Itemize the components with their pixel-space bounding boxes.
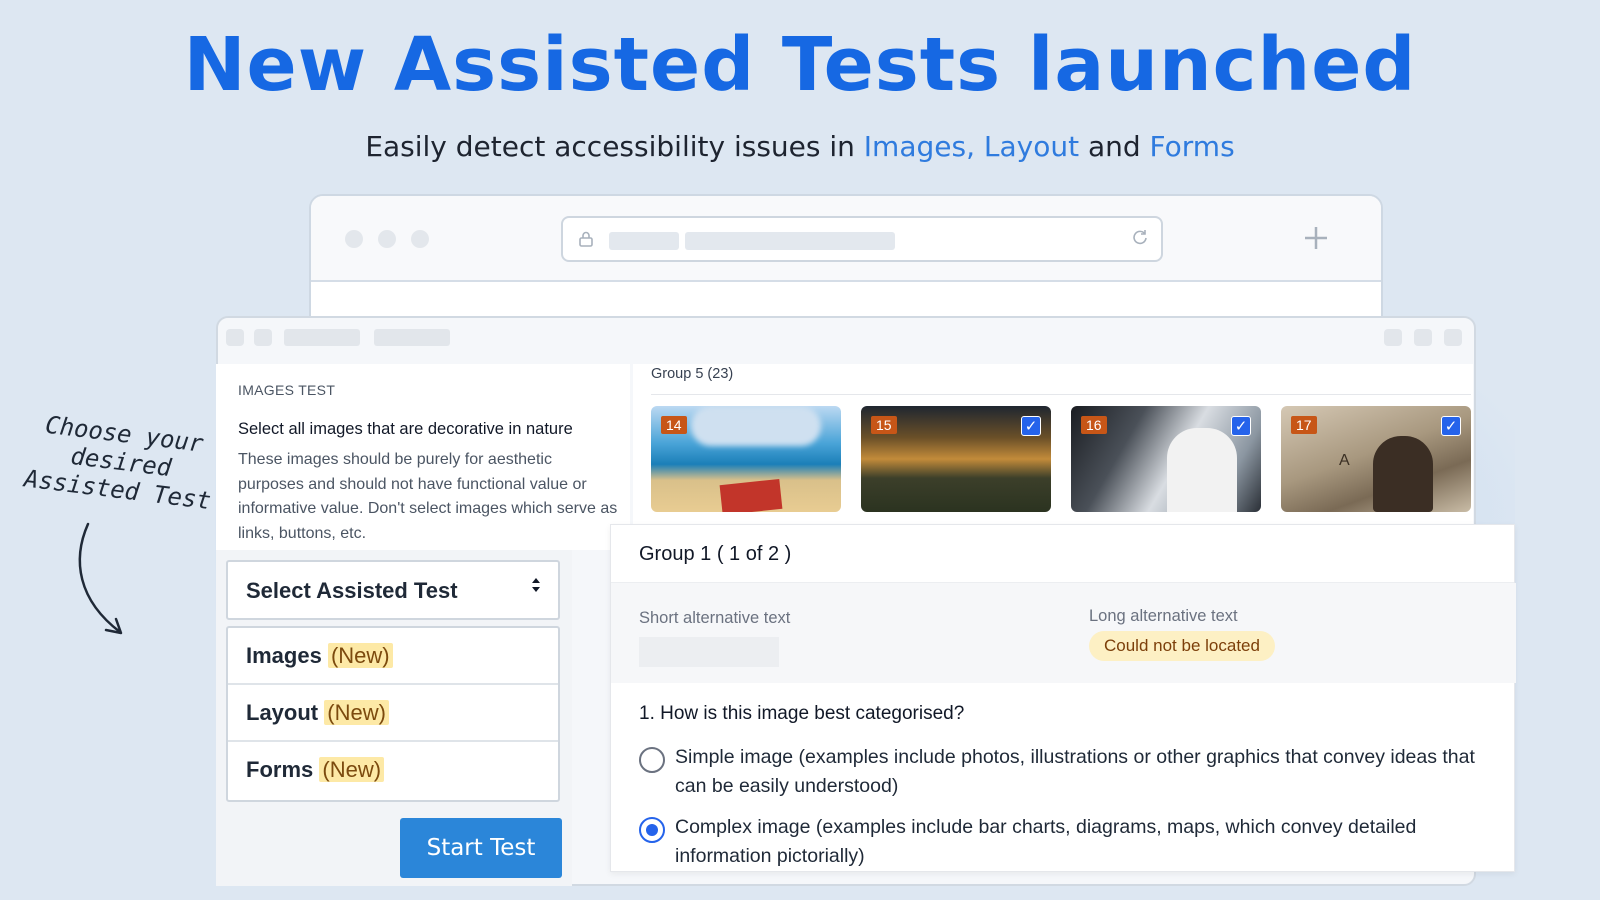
- thumbnail-number: 16: [1081, 416, 1107, 434]
- option-images[interactable]: Images (New): [228, 628, 558, 685]
- image-thumbnail[interactable]: 14: [651, 406, 841, 512]
- short-alt-label: Short alternative text: [639, 609, 791, 627]
- tab-placeholder: [284, 329, 360, 346]
- window-dot: [345, 230, 363, 248]
- image-group-panel: Group 5 (23) 14 15 ✓ 16 ✓ A 17 ✓: [633, 364, 1473, 524]
- instruction-title: Select all images that are decorative in…: [238, 420, 573, 438]
- option-layout[interactable]: Layout (New): [228, 685, 558, 742]
- option-name: Layout (New): [246, 700, 389, 726]
- images-test-label: IMAGES TEST: [238, 382, 336, 398]
- select-assisted-test[interactable]: Select Assisted Test: [226, 560, 560, 620]
- image-thumbnail[interactable]: 15 ✓: [861, 406, 1051, 512]
- option-title: Layout: [246, 700, 319, 725]
- subtitle-highlight-images-layout: Images, Layout: [863, 130, 1080, 163]
- subtitle-highlight-forms: Forms: [1149, 130, 1235, 163]
- curved-arrow-icon: [78, 522, 123, 635]
- card-title: Group 1 ( 1 of 2 ): [639, 543, 792, 565]
- tab-placeholder: [374, 329, 450, 346]
- assisted-test-selector: Select Assisted Test Images (New) Layout…: [216, 550, 572, 886]
- option-label: Complex image (examples include bar char…: [675, 816, 1417, 867]
- lock-icon: [579, 231, 593, 252]
- new-tag: (New): [324, 700, 389, 725]
- option-title: Forms: [246, 757, 314, 782]
- window-dot: [411, 230, 429, 248]
- checkbox-checked-icon[interactable]: ✓: [1231, 416, 1251, 436]
- images-test-panel: IMAGES TEST Select all images that are d…: [216, 364, 630, 550]
- app-titlebar: [218, 318, 1474, 360]
- window-control: [254, 329, 272, 346]
- thumbnail-number: 15: [871, 416, 897, 434]
- window-control: [1444, 329, 1462, 346]
- checkbox-checked-icon[interactable]: ✓: [1021, 416, 1041, 436]
- hero-subtitle: Easily detect accessibility issues in Im…: [0, 130, 1600, 163]
- short-alt-value: [639, 637, 779, 667]
- person-figure: [1167, 428, 1237, 512]
- url-placeholder: [685, 232, 895, 250]
- plus-icon[interactable]: [1303, 218, 1329, 260]
- browser-toolbar: [311, 196, 1381, 282]
- window-control: [1414, 329, 1432, 346]
- window-dot: [378, 230, 396, 248]
- question-title: 1. How is this image best categorised?: [639, 703, 965, 724]
- card-header: Group 1 ( 1 of 2 ): [611, 525, 1514, 583]
- select-label: Select Assisted Test: [246, 578, 458, 603]
- url-placeholder: [609, 232, 679, 250]
- blurred-region: [691, 406, 821, 446]
- image-thumbnail[interactable]: 16 ✓: [1071, 406, 1261, 512]
- long-alt-label: Long alternative text: [1089, 607, 1238, 625]
- person-figure: [1373, 436, 1433, 512]
- thumbnail-number: 14: [661, 416, 687, 434]
- alt-text-section: Short alternative text Long alternative …: [611, 583, 1516, 683]
- option-label: Simple image (examples include photos, i…: [675, 746, 1475, 797]
- thumbnail-letter: A: [1339, 452, 1350, 469]
- divider: [651, 394, 1471, 395]
- start-test-button[interactable]: Start Test: [400, 818, 562, 878]
- option-name: Images (New): [246, 643, 393, 669]
- sort-arrows-icon: [530, 576, 542, 596]
- checkbox-checked-icon[interactable]: ✓: [1441, 416, 1461, 436]
- option-forms[interactable]: Forms (New): [228, 742, 558, 799]
- hero-title: New Assisted Tests launched: [183, 22, 1417, 108]
- image-thumbnail[interactable]: A 17 ✓: [1281, 406, 1471, 512]
- reload-icon[interactable]: [1131, 228, 1149, 251]
- window-control: [1384, 329, 1402, 346]
- new-tag: (New): [327, 643, 393, 668]
- dropdown-options: Images (New) Layout (New) Forms (New): [226, 626, 560, 802]
- subtitle-mid: and: [1079, 130, 1150, 163]
- status-badge: Could not be located: [1089, 631, 1275, 661]
- instruction-body: These images should be purely for aesthe…: [238, 451, 618, 542]
- thumbnail-number: 17: [1291, 416, 1317, 434]
- option-name: Forms (New): [246, 757, 385, 783]
- group-title: Group 5 (23): [651, 366, 734, 382]
- image-details-card: Group 1 ( 1 of 2 ) Short alternative tex…: [610, 524, 1516, 872]
- option-title: Images: [246, 643, 322, 668]
- subtitle-prefix: Easily detect accessibility issues in: [365, 130, 864, 163]
- address-bar[interactable]: [561, 216, 1163, 262]
- beach-towel: [719, 478, 783, 512]
- radio-button-selected[interactable]: [639, 817, 665, 843]
- window-control: [226, 329, 244, 346]
- handwritten-note: Choose your desired Assisted Test: [22, 409, 221, 516]
- radio-button[interactable]: [639, 747, 665, 773]
- new-tag: (New): [319, 757, 385, 782]
